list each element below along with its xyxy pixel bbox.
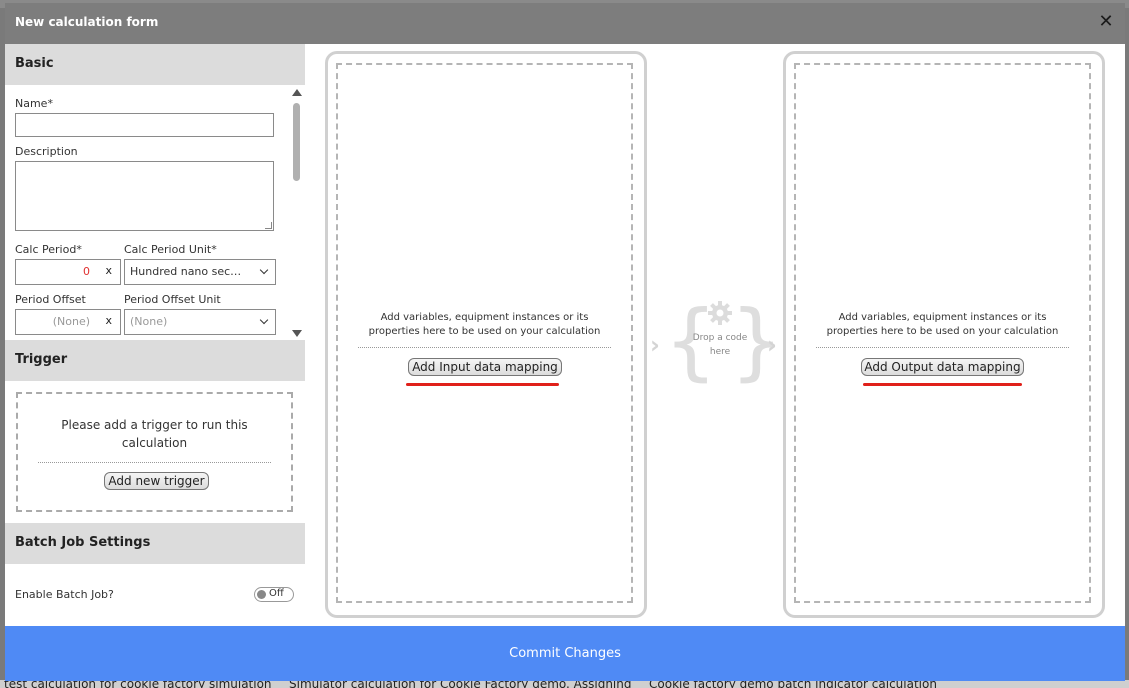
section-trigger: Trigger <box>5 340 305 381</box>
trigger-dropzone: Please add a trigger to run this calcula… <box>16 392 293 512</box>
modal-header: New calculation form ✕ <box>5 3 1125 44</box>
calc-period-unit-value: Hundred nano sec… <box>130 265 242 278</box>
clear-icon[interactable]: x <box>105 264 112 277</box>
background-item: Cookie factory demo batch indicator calc… <box>649 680 937 688</box>
scroll-down-icon[interactable] <box>292 330 302 337</box>
period-offset-unit-value: (None) <box>130 315 168 328</box>
calc-period-unit-select[interactable]: Hundred nano sec… <box>124 259 276 285</box>
resize-handle[interactable] <box>265 222 272 229</box>
description-label: Description <box>15 145 78 158</box>
close-icon[interactable]: ✕ <box>1097 11 1115 33</box>
scroll-thumb[interactable] <box>293 103 300 181</box>
enable-batch-label: Enable Batch Job? <box>15 588 114 601</box>
background-list: test calculation for cookie factory simu… <box>0 680 1129 688</box>
section-title: Batch Job Settings <box>15 535 151 550</box>
background-item: Simulator calculation for Cookie Factory… <box>289 680 632 688</box>
calc-period-unit-label: Calc Period Unit* <box>124 243 217 256</box>
input-hint: Add variables, equipment instances or it… <box>368 312 601 337</box>
period-offset-unit-select[interactable]: (None) <box>124 309 276 335</box>
name-field[interactable] <box>15 113 274 137</box>
period-offset-value: (None) <box>52 315 90 328</box>
section-basic: Basic <box>5 44 305 85</box>
toggle-label: Off <box>269 588 284 599</box>
basic-fields: Name* Description Calc Period* 0 x Calc … <box>5 85 305 340</box>
add-trigger-button[interactable]: Add new trigger <box>104 472 209 490</box>
output-mapping-panel: Add variables, equipment instances or it… <box>783 51 1105 618</box>
chevron-down-icon <box>259 315 269 325</box>
divider <box>38 462 271 463</box>
chevron-right-icon: › <box>767 331 777 359</box>
batch-toggle[interactable]: Off <box>254 587 294 602</box>
calc-period-field[interactable]: 0 x <box>15 259 121 285</box>
name-label: Name* <box>15 97 53 110</box>
highlight-underline <box>863 383 1022 386</box>
toggle-knob <box>257 590 266 599</box>
divider <box>358 347 611 348</box>
chevron-down-icon <box>259 265 269 275</box>
output-hint: Add variables, equipment instances or it… <box>826 312 1059 337</box>
section-title: Trigger <box>15 352 68 367</box>
output-dropzone[interactable]: Add variables, equipment instances or it… <box>794 63 1091 603</box>
form-panel: Basic Name* Description Calc Period* 0 x… <box>5 44 305 626</box>
divider <box>816 347 1069 348</box>
period-offset-label: Period Offset <box>15 293 86 306</box>
form-scrollbar[interactable] <box>292 87 302 337</box>
add-output-mapping-button[interactable]: Add Output data mapping <box>861 358 1024 376</box>
scroll-up-icon[interactable] <box>292 89 302 96</box>
add-input-mapping-button[interactable]: Add Input data mapping <box>408 358 562 376</box>
section-title: Basic <box>15 56 54 71</box>
calc-period-label: Calc Period* <box>15 243 82 256</box>
section-batch: Batch Job Settings <box>5 523 305 564</box>
commit-changes-button[interactable]: Commit Changes <box>5 626 1125 681</box>
calc-period-value: 0 <box>83 265 90 278</box>
modal-title: New calculation form <box>15 15 159 29</box>
period-offset-field[interactable]: (None) x <box>15 309 121 335</box>
input-dropzone[interactable]: Add variables, equipment instances or it… <box>336 63 633 603</box>
description-field[interactable] <box>15 161 274 231</box>
clear-icon[interactable]: x <box>105 314 112 327</box>
code-dropzone[interactable]: › { Drop a code here } › <box>650 299 783 391</box>
period-offset-unit-label: Period Offset Unit <box>124 293 221 306</box>
input-mapping-panel: Add variables, equipment instances or it… <box>325 51 647 618</box>
trigger-message: Please add a trigger to run this calcula… <box>61 418 248 450</box>
background-item: test calculation for cookie factory simu… <box>4 680 272 688</box>
calculation-modal: New calculation form ✕ Basic Name* Descr… <box>5 3 1125 681</box>
chevron-right-icon: › <box>650 331 660 359</box>
mapping-canvas: Add variables, equipment instances or it… <box>305 44 1125 626</box>
highlight-underline <box>406 383 559 386</box>
